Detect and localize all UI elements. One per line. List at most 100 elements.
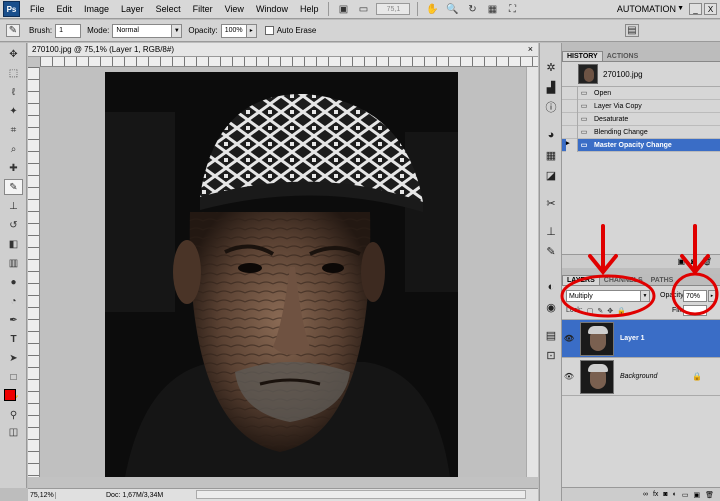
menu-image[interactable]: Image — [78, 4, 115, 14]
opacity-input[interactable]: 100% — [220, 23, 247, 38]
vertical-scrollbar[interactable] — [526, 67, 538, 477]
auto-erase-checkbox[interactable] — [264, 26, 274, 35]
menu-view[interactable]: View — [219, 4, 250, 14]
panel-toggle-icon[interactable]: ▤ — [625, 24, 639, 37]
brush-size-picker[interactable]: 1 — [55, 23, 82, 38]
layer-row-layer-1[interactable]: 👁 Layer 1 — [562, 320, 720, 358]
chevron-down-icon[interactable]: ▼ — [640, 291, 649, 301]
bridge-icon[interactable]: ▣ — [336, 3, 350, 16]
zoom-status[interactable]: 75,12% — [28, 491, 56, 499]
foreground-color-swatch[interactable] — [4, 389, 16, 401]
workspace-dropdown-icon[interactable]: ▼ — [677, 5, 684, 12]
healing-brush-tool-icon[interactable]: ✚ — [4, 160, 23, 176]
history-state[interactable]: ▭ Layer Via Copy — [562, 99, 720, 113]
history-state[interactable]: ▭ Open — [562, 86, 720, 100]
zoom-level-box[interactable]: 75,1 — [376, 3, 411, 15]
tab-channels[interactable]: CHANNELS — [600, 276, 647, 285]
tab-layers[interactable]: LAYERS — [562, 275, 600, 285]
layer-name[interactable]: Layer 1 — [620, 335, 645, 342]
adjustments-icon[interactable]: ◐ — [543, 279, 559, 295]
layer-name[interactable]: Background — [620, 373, 657, 380]
visibility-eye-icon[interactable]: 👁 — [562, 372, 576, 381]
new-group-icon[interactable]: ▭ — [682, 491, 689, 499]
crop-tool-icon[interactable]: ⌗ — [4, 122, 23, 138]
history-brush-source-box[interactable] — [566, 125, 578, 139]
color-icon[interactable]: ◕ — [543, 127, 559, 143]
fill-input[interactable] — [683, 305, 707, 316]
document-tab[interactable]: 270100.jpg @ 75,1% (Layer 1, RGB/8#) × — [28, 43, 538, 57]
lasso-tool-icon[interactable]: ℓ — [4, 84, 23, 100]
arrange-documents-icon[interactable]: ▦ — [485, 3, 499, 16]
close-window-button[interactable]: X — [704, 3, 717, 15]
layer-style-icon[interactable]: fx — [653, 491, 658, 498]
menu-edit[interactable]: Edit — [51, 4, 79, 14]
blend-mode-select[interactable]: Multiply ▼ — [566, 290, 650, 302]
lock-all-icon[interactable]: 🔒 — [617, 307, 626, 315]
masks-icon[interactable]: ◉ — [543, 299, 559, 315]
layer-comps-icon[interactable]: ▤ — [543, 327, 559, 343]
clone-stamp-tool-icon[interactable]: ⊥ — [4, 198, 23, 214]
document-size-info[interactable]: Doc: 1,67M/3,34M — [106, 492, 163, 499]
brush-tool-icon[interactable]: ✎ — [4, 179, 23, 195]
move-tool-icon[interactable]: ✥ — [4, 46, 23, 62]
eraser-tool-icon[interactable]: ◧ — [4, 236, 23, 252]
history-brush-source-box[interactable] — [566, 99, 578, 113]
path-selection-tool-icon[interactable]: ➤ — [4, 350, 23, 366]
menu-help[interactable]: Help — [294, 4, 325, 14]
notes-icon[interactable]: ⊡ — [543, 347, 559, 363]
screen-mode-menu-icon[interactable]: ⛶ — [505, 3, 519, 16]
chevron-down-icon[interactable]: ▼ — [172, 23, 183, 38]
link-layers-icon[interactable]: ∞ — [643, 491, 648, 498]
brushes-icon[interactable]: ✎ — [543, 243, 559, 259]
add-mask-icon[interactable]: ◙ — [663, 491, 667, 498]
tab-actions[interactable]: ACTIONS — [603, 52, 643, 61]
menu-file[interactable]: File — [24, 4, 51, 14]
lock-transparent-icon[interactable]: ▢ — [587, 307, 594, 315]
history-state[interactable]: ▭ Blending Change — [562, 125, 720, 139]
quick-mask-icon[interactable]: ◫ — [4, 424, 23, 440]
menu-window[interactable]: Window — [250, 4, 294, 14]
layer-opacity-input[interactable]: 70% — [683, 290, 707, 302]
dodge-tool-icon[interactable]: ◔ — [4, 293, 23, 309]
menu-filter[interactable]: Filter — [187, 4, 219, 14]
gradient-tool-icon[interactable]: ▥ — [4, 255, 23, 271]
info-icon[interactable]: ⓘ — [543, 99, 559, 115]
clone-source-icon[interactable]: ⊥ — [543, 223, 559, 239]
canvas-area[interactable] — [40, 67, 526, 477]
close-document-icon[interactable]: × — [528, 44, 533, 54]
type-tool-icon[interactable]: T — [4, 331, 23, 347]
visibility-eye-icon[interactable]: 👁 — [562, 334, 576, 343]
tools-presets-icon[interactable]: ✂ — [543, 195, 559, 211]
opacity-slider-icon[interactable]: ▸ — [708, 290, 716, 302]
new-layer-icon[interactable]: ▣ — [693, 491, 700, 499]
navigator-icon[interactable]: ✲ — [543, 59, 559, 75]
zoom-tool-icon[interactable]: 🔍 — [445, 3, 459, 16]
workspace-name[interactable]: AUTOMATION — [617, 4, 676, 14]
blur-tool-icon[interactable]: ● — [4, 274, 23, 290]
portrait-photo[interactable] — [105, 72, 458, 477]
mode-select[interactable]: Normal — [112, 23, 173, 38]
layer-row-background[interactable]: 👁 Background 🔒 — [562, 358, 720, 396]
hand-tool-icon[interactable]: ✋ — [425, 3, 439, 16]
lock-position-icon[interactable]: ✥ — [607, 307, 613, 315]
history-state-selected[interactable]: ▸ ▭ Master Opacity Change — [562, 138, 720, 152]
rotate-view-icon[interactable]: ↻ — [465, 3, 479, 16]
swatches-icon[interactable]: ▦ — [543, 147, 559, 163]
new-document-from-state-icon[interactable]: ▣ — [677, 257, 685, 266]
shape-tool-icon[interactable]: □ — [4, 369, 23, 385]
adjustment-layer-icon[interactable]: ◐ — [673, 491, 677, 498]
history-brush-tool-icon[interactable]: ↺ — [4, 217, 23, 233]
delete-state-icon[interactable]: 🗑 — [702, 257, 712, 266]
horizontal-scrollbar[interactable] — [196, 490, 526, 499]
history-brush-source-box[interactable] — [566, 112, 578, 126]
screen-mode-icon[interactable]: ▭ — [356, 3, 370, 16]
menu-select[interactable]: Select — [150, 4, 187, 14]
delete-layer-icon[interactable]: 🗑 — [705, 491, 714, 499]
zoom-tool-icon[interactable]: ⚲ — [4, 407, 23, 423]
history-brush-source-box[interactable]: ▸ — [566, 138, 578, 152]
tab-history[interactable]: HISTORY — [562, 51, 603, 61]
lock-image-icon[interactable]: ✎ — [597, 307, 603, 315]
pen-tool-icon[interactable]: ✒ — [4, 312, 23, 328]
history-state[interactable]: ▭ Desaturate — [562, 112, 720, 126]
opacity-slider-icon[interactable]: ▸ — [246, 23, 257, 38]
